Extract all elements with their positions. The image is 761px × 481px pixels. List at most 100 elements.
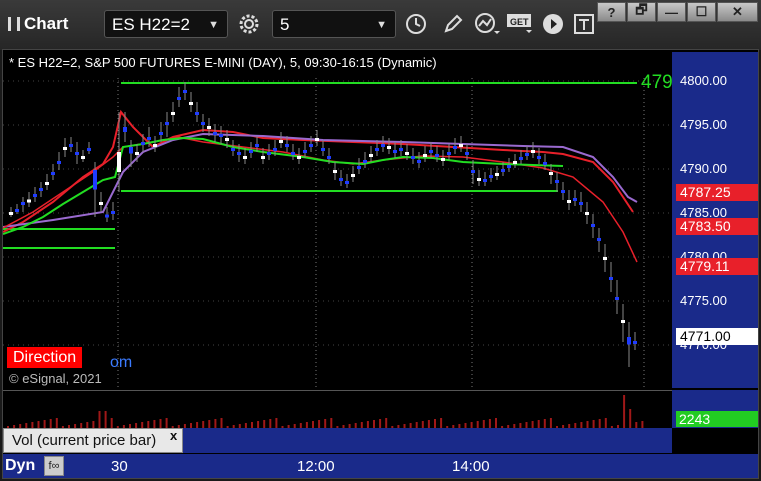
gear-icon: [239, 14, 259, 34]
candle: [183, 90, 187, 93]
price-tick: 4790.00: [680, 161, 727, 176]
candle: [57, 161, 61, 164]
candle: [333, 170, 337, 173]
maximize-button[interactable]: ☐: [687, 2, 716, 22]
price-chart[interactable]: [3, 52, 672, 388]
candle: [531, 150, 535, 153]
candle: [159, 132, 163, 135]
dynamic-mode-label: Dyn: [5, 457, 36, 474]
symbol-dropdown[interactable]: ES H22=2 ▼: [104, 10, 228, 38]
candle: [555, 180, 559, 183]
candle: [75, 152, 79, 155]
candle: [465, 152, 469, 155]
candle: [279, 140, 283, 143]
candle: [21, 202, 25, 205]
candle: [291, 152, 295, 155]
direction-label[interactable]: Direction: [7, 347, 83, 368]
volume-value: 2243: [676, 411, 758, 427]
candle: [471, 170, 475, 173]
candle: [237, 152, 241, 155]
volume-footer: [183, 428, 672, 453]
candle: [405, 152, 409, 155]
candle: [387, 146, 391, 149]
candle: [225, 138, 229, 141]
title-bar: Chart ES H22=2 ▼ 5 ▼ GET ? 🗗 — ☐ ✕: [0, 0, 761, 50]
get-data-button[interactable]: GET: [506, 9, 536, 39]
candle: [369, 154, 373, 157]
volume-study-tab[interactable]: Vol (current price bar): [3, 428, 183, 453]
chart-logo-icon: [8, 17, 20, 31]
candle: [69, 144, 73, 147]
candle: [603, 257, 607, 260]
close-button[interactable]: ✕: [717, 2, 758, 22]
moving-average-red-2: [3, 136, 638, 263]
play-button[interactable]: [538, 9, 568, 39]
candle: [177, 97, 181, 100]
candle: [309, 144, 313, 147]
candle: [297, 156, 301, 159]
candle: [111, 211, 115, 214]
candle: [363, 160, 367, 163]
volume-bar: [98, 411, 101, 429]
link-fragment[interactable]: om: [110, 354, 132, 372]
candle: [399, 148, 403, 151]
last-price-box: 4771.00: [676, 328, 758, 345]
candle: [567, 200, 571, 203]
candle: [147, 137, 151, 140]
copyright: © eSignal, 2021: [9, 371, 102, 386]
time-tick: 12:00: [297, 458, 335, 475]
candle: [591, 224, 595, 227]
draw-button[interactable]: [438, 9, 468, 39]
candle: [345, 181, 349, 184]
help-button[interactable]: ?: [597, 2, 626, 22]
candle: [249, 150, 253, 153]
candle: [381, 144, 385, 147]
settings-button[interactable]: [234, 9, 264, 39]
price-box-ma3: 4779.11: [676, 258, 758, 275]
candle: [321, 148, 325, 151]
candle: [483, 179, 487, 182]
candle: [231, 148, 235, 151]
candle: [633, 341, 637, 344]
candle: [243, 156, 247, 159]
minimize-button[interactable]: —: [657, 2, 686, 22]
clock-button[interactable]: [401, 9, 431, 39]
volume-bar: [629, 409, 632, 429]
symbol-description: * ES H22=2, S&P 500 FUTURES E-MINI (DAY)…: [9, 55, 437, 70]
candle: [393, 150, 397, 153]
candle: [207, 126, 211, 129]
candle: [447, 152, 451, 155]
candle: [195, 112, 199, 115]
restore-button[interactable]: 🗗: [627, 2, 656, 22]
candle: [501, 169, 505, 172]
settings-icon[interactable]: f∞: [44, 456, 64, 476]
studies-button[interactable]: [472, 9, 502, 39]
price-tick: 4795.00: [680, 117, 727, 132]
candle: [495, 173, 499, 176]
candle: [15, 209, 19, 212]
candle: [267, 152, 271, 155]
candle: [351, 174, 355, 177]
candle: [357, 166, 361, 169]
candle: [219, 134, 223, 137]
candle: [525, 153, 529, 156]
candle: [417, 160, 421, 163]
candle: [597, 238, 601, 241]
chevron-down-icon: ▼: [208, 19, 219, 31]
time-tick: 14:00: [452, 458, 490, 475]
candle: [609, 277, 613, 280]
interval-dropdown[interactable]: 5 ▼: [272, 10, 396, 38]
price-tick: 4800.00: [680, 73, 727, 88]
text-tool-button[interactable]: [569, 9, 599, 39]
candle: [255, 144, 259, 147]
candle: [585, 212, 589, 215]
candle: [477, 178, 481, 181]
moving-average-purple: [3, 132, 638, 228]
candle: [9, 212, 13, 215]
candle: [99, 202, 103, 205]
volume-panel: [3, 390, 672, 429]
candle: [543, 162, 547, 165]
close-icon[interactable]: x: [170, 428, 177, 443]
candle: [339, 178, 343, 181]
candle: [285, 144, 289, 147]
